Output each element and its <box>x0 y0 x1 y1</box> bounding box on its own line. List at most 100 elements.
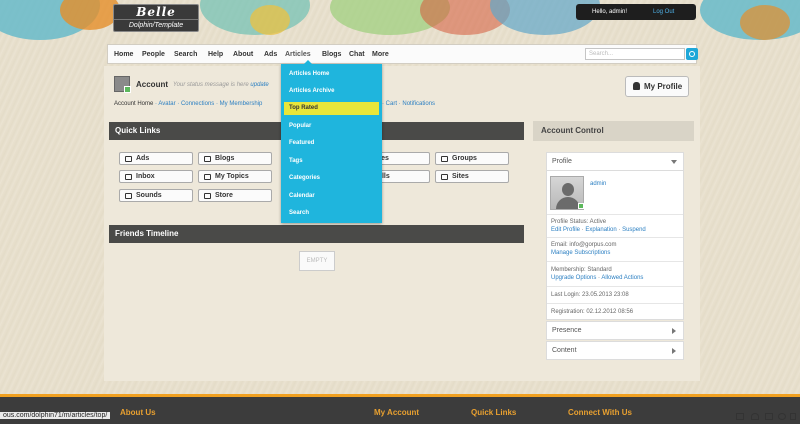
quick-link-label: Sites <box>452 173 469 180</box>
footer-connect-heading: Connect With Us <box>568 408 632 417</box>
profile-section-toggle[interactable]: Profile <box>546 152 684 171</box>
menu-item-tags[interactable]: Tags <box>281 155 382 168</box>
account-title: Account <box>136 80 168 89</box>
nav-item-about[interactable]: About <box>233 45 253 64</box>
submenu-connections[interactable]: Connections <box>181 101 214 107</box>
submenu-account-home[interactable]: Account Home <box>114 101 153 107</box>
divider <box>547 303 683 304</box>
registration-text: Registration: 02.12.2012 08:56 <box>551 309 634 315</box>
menu-item-top-rated[interactable]: Top Rated <box>284 102 379 115</box>
comments-icon <box>204 174 211 180</box>
quick-link-label: Store <box>215 192 233 199</box>
cart-icon[interactable] <box>765 413 773 420</box>
nav-item-chat[interactable]: Chat <box>349 45 365 64</box>
menu-item-featured[interactable]: Featured <box>281 137 382 150</box>
logo-title: Belle <box>136 5 176 19</box>
profile-label: Profile <box>552 158 572 165</box>
book-icon <box>204 156 211 162</box>
menu-item-categories[interactable]: Categories <box>281 172 382 185</box>
menu-item-search[interactable]: Search <box>281 207 382 220</box>
logo-subtitle: Dolphin/Template <box>114 19 198 31</box>
link-icon <box>441 174 448 180</box>
quick-link-sites[interactable]: Sites <box>435 170 509 183</box>
quick-link-label: Sounds <box>136 192 162 199</box>
status-update-link[interactable]: update <box>250 82 268 88</box>
explanation-link[interactable]: Explanation <box>585 227 616 233</box>
quick-link-groups[interactable]: Groups <box>435 152 509 165</box>
music-icon <box>125 193 132 199</box>
membership-text: Membership: Standard <box>551 267 612 273</box>
last-login-text: Last Login: 23.05.2013 23:08 <box>551 292 629 298</box>
nav-item-ads[interactable]: Ads <box>264 45 277 64</box>
user-bar: Hello, admin! Log Out <box>576 4 696 20</box>
account-submenu-right: · Cart · Notifications <box>382 101 436 107</box>
notification-icon[interactable] <box>778 413 786 420</box>
suspend-link[interactable]: Suspend <box>622 227 646 233</box>
ads-icon <box>125 156 132 162</box>
menu-item-popular[interactable]: Popular <box>281 120 382 133</box>
status-url: ous.com/dolphin71/m/articles/top/ <box>0 412 111 419</box>
online-status-icon <box>578 203 584 209</box>
allowed-actions-link[interactable]: Allowed Actions <box>601 275 643 281</box>
mail-icon <box>125 174 132 180</box>
account-submenu: Account Home · Avatar · Connections · My… <box>114 101 263 107</box>
mail-icon[interactable] <box>736 413 744 420</box>
nav-item-home[interactable]: Home <box>114 45 133 64</box>
quick-link-my-topics[interactable]: My Topics <box>198 170 272 183</box>
account-avatar-icon <box>114 76 131 93</box>
nav-item-people[interactable]: People <box>142 45 165 64</box>
quick-link-inbox[interactable]: Inbox <box>119 170 193 183</box>
greeting-text: Hello, admin! <box>592 9 628 15</box>
divider <box>547 214 683 215</box>
status-message: Your status message is here update <box>173 82 269 88</box>
content-section-toggle[interactable]: Content <box>546 341 684 360</box>
quick-link-store[interactable]: Store <box>198 189 272 202</box>
username-link[interactable]: admin <box>590 181 606 187</box>
divider <box>547 237 683 238</box>
presence-section-toggle[interactable]: Presence <box>546 321 684 340</box>
quick-link-label: My Topics <box>215 173 249 180</box>
footer-my-account-heading: My Account <box>374 408 420 417</box>
submenu-notifications[interactable]: Notifications <box>402 101 435 107</box>
menu-item-articles-archive[interactable]: Articles Archive <box>281 85 382 98</box>
divider <box>547 286 683 287</box>
quick-link-label: Blogs <box>215 155 235 162</box>
my-profile-button[interactable]: My Profile <box>625 76 689 97</box>
footer-about-heading: About Us <box>120 408 156 417</box>
friends-timeline-header: Friends Timeline <box>109 225 524 243</box>
nav-item-blogs[interactable]: Blogs <box>322 45 341 64</box>
search-icon[interactable] <box>686 48 698 60</box>
store-icon <box>204 193 211 199</box>
nav-item-more[interactable]: More <box>372 45 389 64</box>
quick-link-ads[interactable]: Ads <box>119 152 193 165</box>
quick-link-blogs[interactable]: Blogs <box>198 152 272 165</box>
menu-icon[interactable] <box>790 413 796 420</box>
manage-subscriptions-link[interactable]: Manage Subscriptions <box>551 250 610 256</box>
account-control-header: Account Control <box>533 121 694 141</box>
submenu-membership[interactable]: My Membership <box>220 101 263 107</box>
quick-link-label: Inbox <box>136 173 155 180</box>
menu-item-articles-home[interactable]: Articles Home <box>281 68 382 81</box>
search-input[interactable]: Search... <box>585 48 685 60</box>
empty-placeholder: EMPTY <box>299 251 335 271</box>
user-icon[interactable] <box>751 413 759 420</box>
edit-profile-link[interactable]: Edit Profile <box>551 227 580 233</box>
my-profile-label: My Profile <box>644 82 683 91</box>
chevron-down-icon <box>671 160 677 164</box>
nav-item-search[interactable]: Search <box>174 45 197 64</box>
site-logo[interactable]: Belle Dolphin/Template <box>113 4 199 32</box>
profile-status-links: Edit Profile · Explanation · Suspend <box>551 227 646 233</box>
logout-link[interactable]: Log Out <box>653 4 674 20</box>
chevron-right-icon <box>672 348 676 354</box>
articles-dropdown-menu: Articles Home Articles Archive Top Rated… <box>281 60 382 223</box>
upgrade-options-link[interactable]: Upgrade Options <box>551 275 596 281</box>
menu-item-calendar[interactable]: Calendar <box>281 190 382 203</box>
submenu-avatar[interactable]: Avatar <box>158 101 175 107</box>
status-text: Your status message is here <box>173 82 249 88</box>
email-text: Email: info@gorpus.com <box>551 242 617 248</box>
nav-item-help[interactable]: Help <box>208 45 223 64</box>
quick-link-sounds[interactable]: Sounds <box>119 189 193 202</box>
quick-link-label: Ads <box>136 155 150 162</box>
footer-quick-links-heading: Quick Links <box>471 408 517 417</box>
submenu-cart[interactable]: Cart <box>386 101 397 107</box>
